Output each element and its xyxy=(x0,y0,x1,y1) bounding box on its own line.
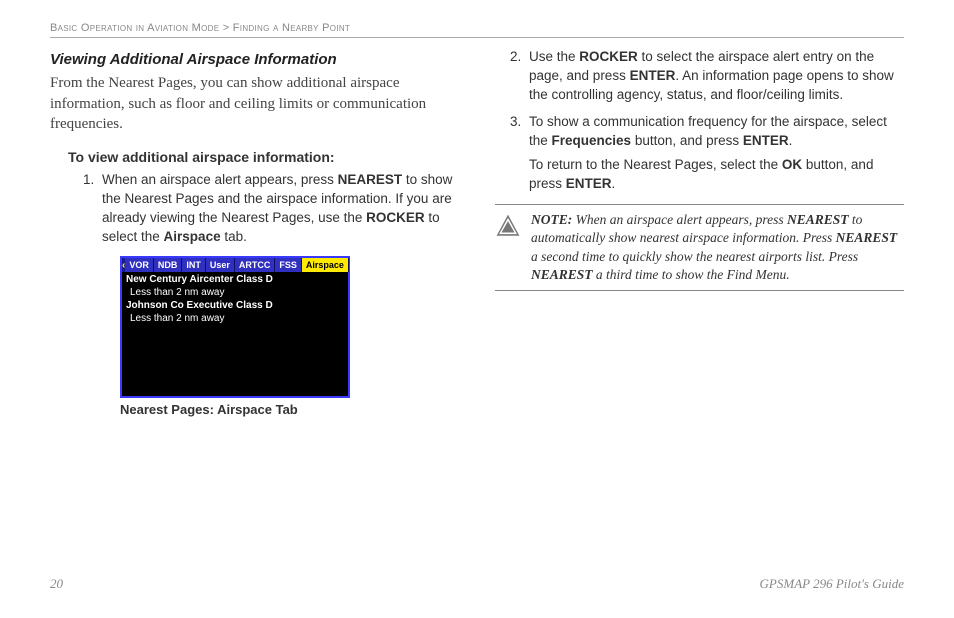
step-2: Use the ROCKER to select the airspace al… xyxy=(525,48,904,105)
airspace-name: New Century Aircenter Class D xyxy=(126,274,344,287)
page-number: 20 xyxy=(50,576,63,592)
guide-title: GPSMAP 296 Pilot's Guide xyxy=(760,576,904,592)
device-body: New Century Aircenter Class D Less than … xyxy=(122,272,348,396)
tab-name-airspace: Airspace xyxy=(164,229,221,244)
airspace-distance: Less than 2 nm away xyxy=(126,287,344,300)
breadcrumb-sep: > xyxy=(219,22,232,34)
figure-caption: Nearest Pages: Airspace Tab xyxy=(120,401,459,419)
device-tab-user: User xyxy=(206,258,235,272)
page-footer: 20 GPSMAP 296 Pilot's Guide xyxy=(50,576,904,592)
steps-right: Use the ROCKER to select the airspace al… xyxy=(495,48,904,194)
airspace-name: Johnson Co Executive Class D xyxy=(126,300,344,313)
device-tab-int: INT xyxy=(182,258,206,272)
key-nearest: NEAREST xyxy=(531,267,593,282)
btn-frequencies: Frequencies xyxy=(552,133,632,148)
device-tab-fss: FSS xyxy=(275,258,302,272)
device-figure: ‹ VOR NDB INT User ARTCC FSS Airspace Ne… xyxy=(120,256,459,398)
step-3: To show a communication frequency for th… xyxy=(525,113,904,195)
airspace-distance: Less than 2 nm away xyxy=(126,313,344,326)
section-title: Viewing Additional Airspace Information xyxy=(50,50,459,70)
note-label: NOTE: xyxy=(531,212,572,227)
key-enter: ENTER xyxy=(566,176,612,191)
key-rocker: ROCKER xyxy=(579,49,638,64)
key-rocker: ROCKER xyxy=(366,210,425,225)
left-column: Viewing Additional Airspace Information … xyxy=(50,48,459,419)
device-tab-artcc: ARTCC xyxy=(235,258,276,272)
key-nearest: NEAREST xyxy=(338,172,403,187)
step-3-sub: To return to the Nearest Pages, select t… xyxy=(529,156,904,194)
device-tabbar: ‹ VOR NDB INT User ARTCC FSS Airspace xyxy=(122,258,348,272)
device-screen: ‹ VOR NDB INT User ARTCC FSS Airspace Ne… xyxy=(120,256,350,398)
key-enter: ENTER xyxy=(630,68,676,83)
note-block: NOTE: When an airspace alert appears, pr… xyxy=(495,204,904,291)
warning-icon xyxy=(495,213,521,239)
step-1: When an airspace alert appears, press NE… xyxy=(98,171,459,247)
steps-left: When an airspace alert appears, press NE… xyxy=(50,171,459,247)
note-text: NOTE: When an airspace alert appears, pr… xyxy=(531,211,904,284)
breadcrumb: Basic Operation in Aviation Mode > Findi… xyxy=(50,22,904,38)
key-nearest: NEAREST xyxy=(836,230,898,245)
key-nearest: NEAREST xyxy=(787,212,849,227)
device-tab-airspace: Airspace xyxy=(302,258,349,272)
section-intro: From the Nearest Pages, you can show add… xyxy=(50,73,459,134)
breadcrumb-b: Finding a Nearby Point xyxy=(233,22,350,34)
airspace-entry: New Century Aircenter Class D Less than … xyxy=(126,274,344,299)
airspace-entry: Johnson Co Executive Class D Less than 2… xyxy=(126,300,344,325)
right-column: Use the ROCKER to select the airspace al… xyxy=(495,48,904,419)
device-tab-ndb: NDB xyxy=(154,258,183,272)
breadcrumb-a: Basic Operation in Aviation Mode xyxy=(50,22,219,34)
key-enter: ENTER xyxy=(743,133,789,148)
howto-heading: To view additional airspace information: xyxy=(68,148,459,167)
device-tab-vor: VOR xyxy=(125,258,154,272)
btn-ok: OK xyxy=(782,157,802,172)
